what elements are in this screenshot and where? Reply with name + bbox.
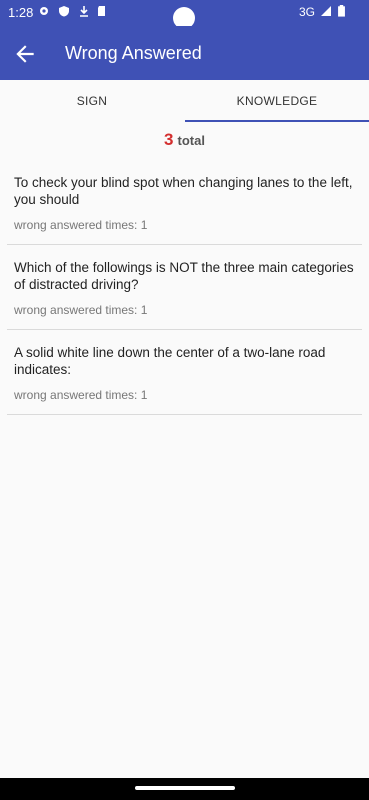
wrong-answer-list: To check your blind spot when changing l…	[7, 160, 362, 415]
home-gesture-handle[interactable]	[135, 786, 235, 790]
shield-icon	[59, 6, 69, 17]
signal-icon	[321, 6, 331, 16]
tab-bar: SIGN KNOWLEDGE	[0, 80, 369, 122]
tab-knowledge[interactable]: KNOWLEDGE	[185, 80, 369, 122]
sd-card-icon	[98, 6, 105, 16]
page-title: Wrong Answered	[65, 43, 202, 63]
question-text: Which of the followings is NOT the three…	[14, 260, 354, 292]
navigation-bar	[0, 778, 369, 800]
total-summary: 3 total	[0, 130, 369, 150]
tab-indicator	[185, 120, 369, 122]
wrong-times-text: wrong answered times: 1	[14, 218, 148, 232]
tab-sign[interactable]: SIGN	[0, 80, 184, 122]
question-text: A solid white line down the center of a …	[14, 345, 326, 377]
total-count: 3	[164, 130, 174, 149]
network-type: 3G	[299, 5, 316, 19]
wrong-times-text: wrong answered times: 1	[14, 388, 148, 402]
download-icon	[80, 6, 88, 17]
status-bar: 1:28 3G	[0, 0, 369, 29]
back-arrow-icon[interactable]	[12, 41, 38, 67]
app-bar: Wrong Answered	[0, 26, 369, 80]
total-label: total	[177, 133, 205, 148]
wrong-times-text: wrong answered times: 1	[14, 303, 148, 317]
gear-icon	[40, 7, 48, 15]
screen: 1:28 3G Wrong Answered SIGN KNOWLEDGE 3 …	[0, 0, 369, 800]
question-text: To check your blind spot when changing l…	[14, 175, 353, 207]
battery-icon	[338, 5, 345, 17]
list-item[interactable]: Which of the followings is NOT the three…	[7, 245, 362, 330]
status-time: 1:28	[8, 5, 34, 20]
list-item[interactable]: A solid white line down the center of a …	[7, 330, 362, 415]
list-item[interactable]: To check your blind spot when changing l…	[7, 160, 362, 245]
